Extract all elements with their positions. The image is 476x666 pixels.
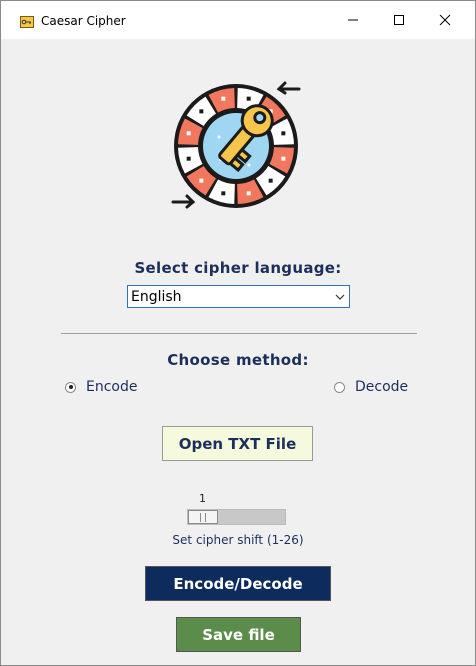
method-label: Choose method: [167, 351, 309, 369]
divider [61, 333, 417, 334]
language-select-value: English [131, 289, 182, 305]
encode-radio-dot[interactable] [65, 381, 76, 393]
language-label: Select cipher language: [134, 259, 342, 277]
close-button[interactable] [422, 1, 468, 39]
cipher-wheel-logo-icon [171, 81, 301, 209]
encode-radio[interactable]: Encode [65, 378, 137, 396]
decode-radio[interactable]: Decode [334, 378, 408, 396]
app-window: Caesar Cipher Select cipher language: En… [0, 0, 476, 666]
title-bar[interactable]: Caesar Cipher [1, 1, 475, 39]
slider-grip [200, 513, 201, 522]
maximize-button[interactable] [376, 1, 422, 39]
minimize-button[interactable] [330, 1, 376, 39]
language-select[interactable]: English [127, 285, 350, 308]
encode-decode-button[interactable]: Encode/Decode [145, 566, 331, 601]
maximize-icon [394, 15, 404, 25]
minimize-icon [348, 19, 358, 21]
close-icon [439, 14, 451, 26]
chevron-down-icon [335, 294, 345, 300]
key-icon [20, 16, 34, 28]
shift-value: 1 [199, 492, 206, 505]
decode-radio-label: Decode [355, 379, 409, 395]
shift-slider-handle[interactable] [188, 510, 218, 524]
open-txt-file-button[interactable]: Open TXT File [162, 426, 313, 461]
save-file-button[interactable]: Save file [176, 617, 301, 652]
slider-grip [205, 513, 206, 522]
window-title: Caesar Cipher [41, 14, 126, 28]
decode-radio-dot[interactable] [334, 381, 345, 393]
encode-radio-label: Encode [86, 379, 138, 395]
shift-label: Set cipher shift (1-26) [172, 533, 304, 547]
